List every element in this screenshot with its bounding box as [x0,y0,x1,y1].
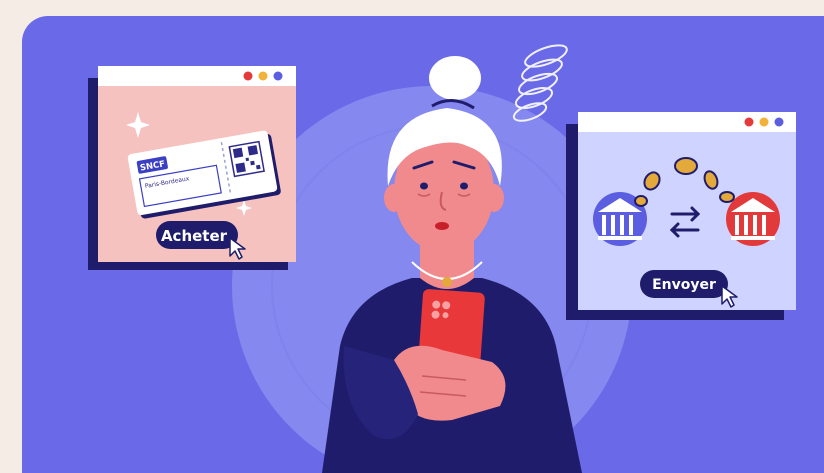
eye [460,182,468,190]
window-dot-yellow [258,71,268,81]
transfer-window: Envoyer [566,112,796,320]
window-dot-red [744,117,754,127]
illustration-stage: SNCF Paris-Bordeaux Acheter Envoyer [22,16,824,473]
ticket-window: SNCF Paris-Bordeaux Acheter [88,66,296,270]
window-dot-blue [774,117,784,127]
hair-bun [429,56,481,100]
necklace-pendant [442,277,452,287]
acheter-button-label: Acheter [161,227,228,245]
envoyer-button[interactable]: Envoyer [640,270,728,298]
envoyer-button-label: Envoyer [652,277,716,293]
eye [420,182,428,190]
window-dot-yellow [759,117,769,127]
acheter-button[interactable]: Acheter [156,221,238,249]
bank-icon [726,192,780,246]
window-dot-blue [273,71,283,81]
ear [384,184,404,212]
ear [484,184,504,212]
window-dot-red [243,71,253,81]
mouth [435,222,449,230]
illustration-canvas: SNCF Paris-Bordeaux Acheter Envoyer [88,44,796,473]
